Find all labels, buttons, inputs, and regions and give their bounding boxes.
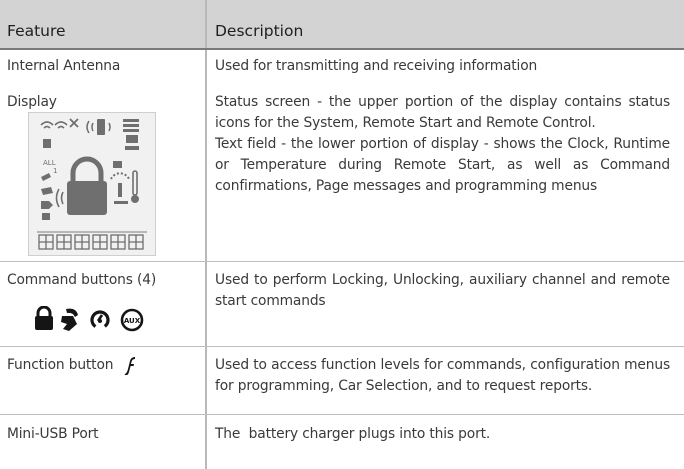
- feature-table: Feature Description Internal Antenna Use…: [0, 0, 684, 469]
- table-header-row: Feature Description: [0, 0, 684, 48]
- description-display-text-field: Text field - the lower portion of displa…: [215, 136, 670, 194]
- aux-icon: AUX: [120, 308, 144, 332]
- feature-function-button-row: Function button: [7, 347, 203, 376]
- feature-display: Display: [7, 94, 57, 110]
- feature-command-buttons: Command buttons (4): [7, 272, 157, 288]
- command-icons: AUX: [34, 306, 154, 332]
- remote-start-icon: [90, 310, 110, 330]
- description-function-button: Used to access function levels for comma…: [215, 357, 670, 394]
- table-row: Mini-USB Port The battery charger plugs …: [0, 414, 684, 469]
- table-row: Display ALL 1 Status screen - the upper …: [0, 84, 684, 261]
- lcd-segments-icon: ALL 1: [37, 118, 147, 250]
- lcd-display-illustration: ALL 1: [28, 112, 156, 256]
- lock-icon: [35, 306, 53, 330]
- lcd-label-all: ALL: [43, 159, 56, 167]
- aux-label: AUX: [124, 317, 141, 325]
- table-row: Function button Used to access function …: [0, 346, 684, 415]
- description-command-buttons: Used to perform Locking, Unlocking, auxi…: [215, 272, 670, 309]
- header-feature: Feature: [7, 22, 66, 40]
- lcd-label-one: 1: [53, 167, 57, 175]
- function-f-icon: [124, 357, 135, 375]
- feature-internal-antenna: Internal Antenna: [7, 58, 121, 74]
- table-row: Internal Antenna Used for transmitting a…: [0, 48, 684, 86]
- unlock-icon: [61, 308, 78, 331]
- feature-mini-usb-port: Mini-USB Port: [7, 426, 99, 442]
- header-description: Description: [205, 0, 684, 48]
- table-row: Command buttons (4) AUX Used to perform …: [0, 261, 684, 347]
- feature-function-button: Function button: [7, 357, 114, 373]
- description-display-status: Status screen - the upper portion of the…: [215, 94, 670, 131]
- description-internal-antenna: Used for transmitting and receiving info…: [215, 58, 538, 74]
- description-mini-usb-port: The battery charger plugs into this port…: [215, 426, 491, 442]
